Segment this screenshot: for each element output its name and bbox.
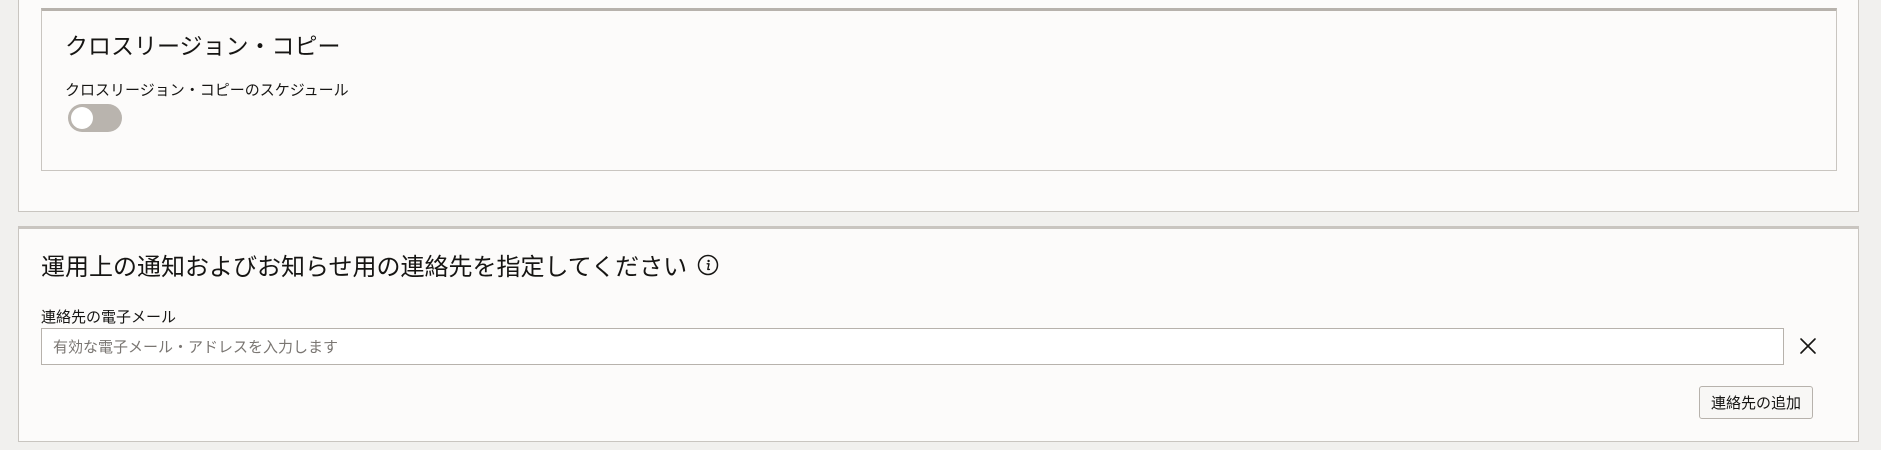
cross-region-title: クロスリージョン・コピー (65, 34, 341, 60)
contacts-title-row: 運用上の通知およびお知らせ用の連絡先を指定してください (41, 247, 719, 282)
cross-region-panel: クロスリージョン・コピー クロスリージョン・コピーのスケジュール (18, 0, 1859, 212)
info-icon[interactable] (697, 254, 719, 276)
cross-region-schedule-label: クロスリージョン・コピーのスケジュール (65, 81, 349, 99)
contacts-title: 運用上の通知およびお知らせ用の連絡先を指定してください (41, 253, 688, 281)
cross-region-schedule-toggle[interactable] (68, 104, 122, 132)
contact-email-input[interactable] (41, 328, 1784, 365)
contact-email-label: 連絡先の電子メール (41, 308, 177, 326)
toggle-knob (71, 107, 93, 129)
cross-region-card: クロスリージョン・コピー クロスリージョン・コピーのスケジュール (41, 8, 1837, 171)
close-icon[interactable] (1794, 332, 1822, 360)
contacts-panel: 運用上の通知およびお知らせ用の連絡先を指定してください 連絡先の電子メール 連絡… (18, 226, 1859, 442)
add-contact-button[interactable]: 連絡先の追加 (1699, 386, 1814, 419)
